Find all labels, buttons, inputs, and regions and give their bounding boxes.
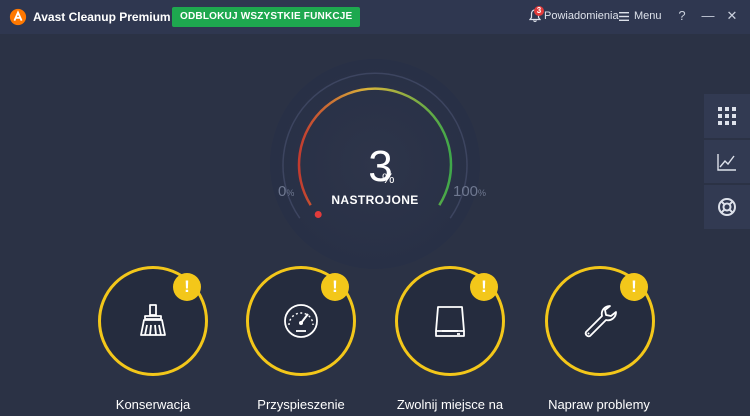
side-panel-help-button[interactable] [704, 185, 750, 229]
tile-fix-problems[interactable]: ! [545, 266, 655, 376]
side-panel-stats-button[interactable] [704, 140, 750, 183]
tile-speedup[interactable]: ! [246, 266, 356, 376]
chart-icon [717, 153, 736, 171]
grid-icon [718, 107, 736, 125]
gauge-status-label: NASTROJONE [331, 193, 419, 207]
gauge-value-marker [314, 211, 322, 218]
tile-free-space-warning-badge: ! [470, 273, 498, 301]
wrench-icon [584, 305, 617, 338]
tile-speedup-label: Przyspieszenie [257, 397, 345, 412]
side-panel-apps-button[interactable] [704, 94, 750, 138]
gauge-min-label: 0% [278, 183, 295, 200]
tile-speedup-warning-badge: ! [321, 273, 349, 301]
gauge-max-label: 100% [453, 183, 487, 200]
gauge-value-unit: % [382, 170, 395, 186]
tile-free-space-label: Zwolnij miejsce na [396, 397, 504, 412]
lifebuoy-icon [718, 198, 736, 216]
tile-maintenance-warning-badge: ! [173, 273, 201, 301]
tile-fix-problems-warning-badge: ! [620, 273, 648, 301]
hard-drive-icon [435, 306, 465, 337]
tile-free-space[interactable]: ! [395, 266, 505, 376]
speedometer-icon [284, 304, 318, 338]
broom-icon [140, 304, 166, 336]
tile-maintenance[interactable]: ! [98, 266, 208, 376]
tile-fix-problems-label: Napraw problemy [548, 397, 650, 412]
tile-maintenance-label: Konserwacja [115, 397, 191, 412]
gauge-value: 3 [368, 142, 392, 191]
